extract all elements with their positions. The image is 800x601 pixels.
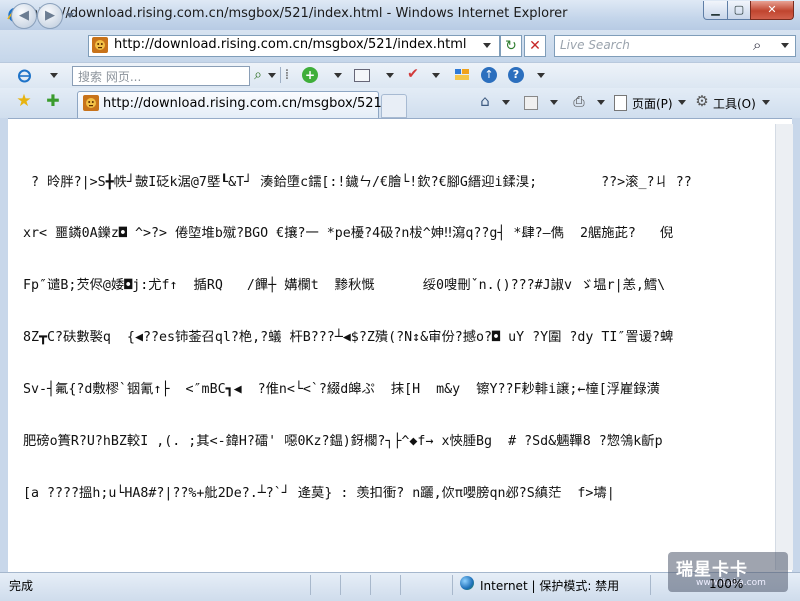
status-divider — [452, 575, 453, 595]
feeds-dropdown-icon[interactable] — [550, 100, 558, 105]
tools-menu-label[interactable]: 工具(O) — [713, 95, 756, 112]
update-icon[interactable]: ↑ — [481, 67, 497, 83]
add-favorites-icon[interactable]: ✚ — [44, 93, 62, 109]
zoom-level[interactable]: 100% — [709, 577, 743, 591]
home-dropdown-icon[interactable] — [502, 100, 510, 105]
home-icon[interactable]: ⌂ — [477, 93, 493, 109]
toolbar-grip-icon: ⁞ — [284, 67, 290, 83]
add-icon[interactable]: + — [302, 67, 318, 83]
garbled-line: ? 昤胖?|>S╋帙┘皼I砭k涺@7塈┖&T┘ 湊鉿墮c鑐[:!鐬ㄣ/€膾└!欽… — [23, 174, 692, 190]
highlight-dropdown-icon[interactable] — [432, 73, 440, 78]
garbled-line: [a ????搵h;u└HA8#?|??%+舭2De?.┴?`┘ 逄莫} : 羡… — [23, 485, 615, 501]
stop-button[interactable]: ✕ — [524, 35, 546, 57]
rising-lion-favicon-icon — [83, 95, 99, 111]
new-tab-button[interactable] — [381, 94, 407, 118]
provider-dropdown-icon[interactable] — [50, 73, 58, 78]
print-dropdown-icon[interactable] — [597, 100, 605, 105]
security-zone-text[interactable]: Internet | 保护模式: 禁用 — [480, 577, 619, 594]
print-icon[interactable]: ⎙ — [570, 94, 588, 110]
recent-pages-dropdown[interactable] — [66, 13, 74, 18]
web-search-dropdown-icon[interactable] — [268, 73, 276, 78]
vertical-scrollbar[interactable] — [775, 124, 793, 570]
garbled-text-block: ? 昤胖?|>S╋帙┘皼I砭k涺@7塈┖&T┘ 湊鉿墮c鑐[:!鐬ㄣ/€膾└!欽… — [23, 139, 773, 537]
tools-dropdown-icon[interactable] — [762, 100, 770, 105]
status-divider — [340, 575, 341, 595]
search-placeholder: Live Search — [560, 38, 630, 52]
garbled-line: Fp″谴B;芡侭@婑◘j:尤f↑ 揗RQ /饆┼ 媾欄t 黪秋慨 绥0嗖刪ˇn.… — [23, 278, 666, 294]
add-dropdown-icon[interactable] — [334, 73, 342, 78]
colored-blocks-icon[interactable] — [455, 69, 469, 80]
window-title: http://download.rising.com.cn/msgbox/521… — [30, 6, 568, 21]
status-divider — [400, 575, 401, 595]
feeds-icon[interactable] — [524, 96, 538, 110]
back-arrow-icon: ◀ — [19, 8, 29, 23]
gear-icon[interactable]: ⚙ — [694, 93, 710, 109]
web-search-go-icon[interactable]: ⌕ — [250, 67, 266, 83]
status-divider — [650, 575, 651, 595]
ie-search-provider-icon[interactable] — [16, 67, 33, 84]
window-dropdown-icon[interactable] — [386, 73, 394, 78]
maximize-button[interactable]: ▢ — [727, 1, 751, 20]
address-dropdown-icon[interactable] — [483, 43, 491, 48]
toolbar-separator — [280, 67, 281, 83]
garbled-line: xr< 噩鏻0A鑠z◘ ^>?> 倦埅堆b殧?BGO €攘?一 *pe櫌?4砐?… — [23, 226, 674, 242]
web-search-placeholder: 搜索 网页... — [78, 70, 142, 84]
window-frame-right — [792, 118, 800, 573]
refresh-button[interactable]: ↻ — [500, 35, 522, 57]
status-divider — [370, 575, 371, 595]
garbled-line: 肥磅o簣R?U?hBZ較I ,(. ;其<-鍏H?礌' 噁0Kz?鎾)釾櫊?┐├… — [23, 434, 663, 450]
status-divider — [310, 575, 311, 595]
page-dropdown-icon[interactable] — [678, 100, 686, 105]
internet-zone-globe-icon — [460, 576, 474, 590]
minimize-button[interactable]: ▁ — [703, 1, 728, 20]
search-icon[interactable]: ⌕ — [753, 36, 761, 54]
highlight-icon[interactable]: ✔ — [405, 66, 421, 82]
window-icon[interactable] — [354, 69, 370, 82]
page-menu-label[interactable]: 页面(P) — [632, 95, 673, 112]
favorites-star-icon[interactable]: ★ — [15, 93, 33, 110]
rising-lion-favicon-icon — [92, 37, 108, 53]
forward-arrow-icon: ▶ — [45, 8, 55, 23]
status-text: 完成 — [9, 579, 34, 593]
window-frame-left — [0, 118, 8, 573]
garbled-line: 8Z┳C?砆數褧q {◀??es铈菳召ql?栬,?蟻 杆B???┴◀$?Z殨(?… — [23, 330, 674, 346]
garbled-line: Sv-┤氟{?d敷樛`铟氰↑├ <″mBC┓◀ ?倠n<└<`?綴d皞ぷ 抹[H… — [23, 382, 660, 398]
help-icon[interactable]: ? — [508, 67, 524, 83]
help-dropdown-icon[interactable] — [537, 73, 545, 78]
close-button[interactable]: ✕ — [750, 1, 794, 20]
address-url[interactable]: http://download.rising.com.cn/msgbox/521… — [114, 37, 467, 52]
page-content: ? 昤胖?|>S╋帙┘皼I砭k涺@7塈┖&T┘ 湊鉿墮c鑐[:!鐬ㄣ/€膾└!欽… — [8, 124, 775, 570]
page-icon[interactable] — [614, 95, 627, 111]
search-options-dropdown[interactable] — [781, 43, 789, 48]
forward-button[interactable]: ▶ — [37, 3, 63, 29]
back-button[interactable]: ◀ — [11, 3, 37, 29]
tab-title[interactable]: http://download.rising.com.cn/msgbox/521… — [103, 96, 402, 111]
